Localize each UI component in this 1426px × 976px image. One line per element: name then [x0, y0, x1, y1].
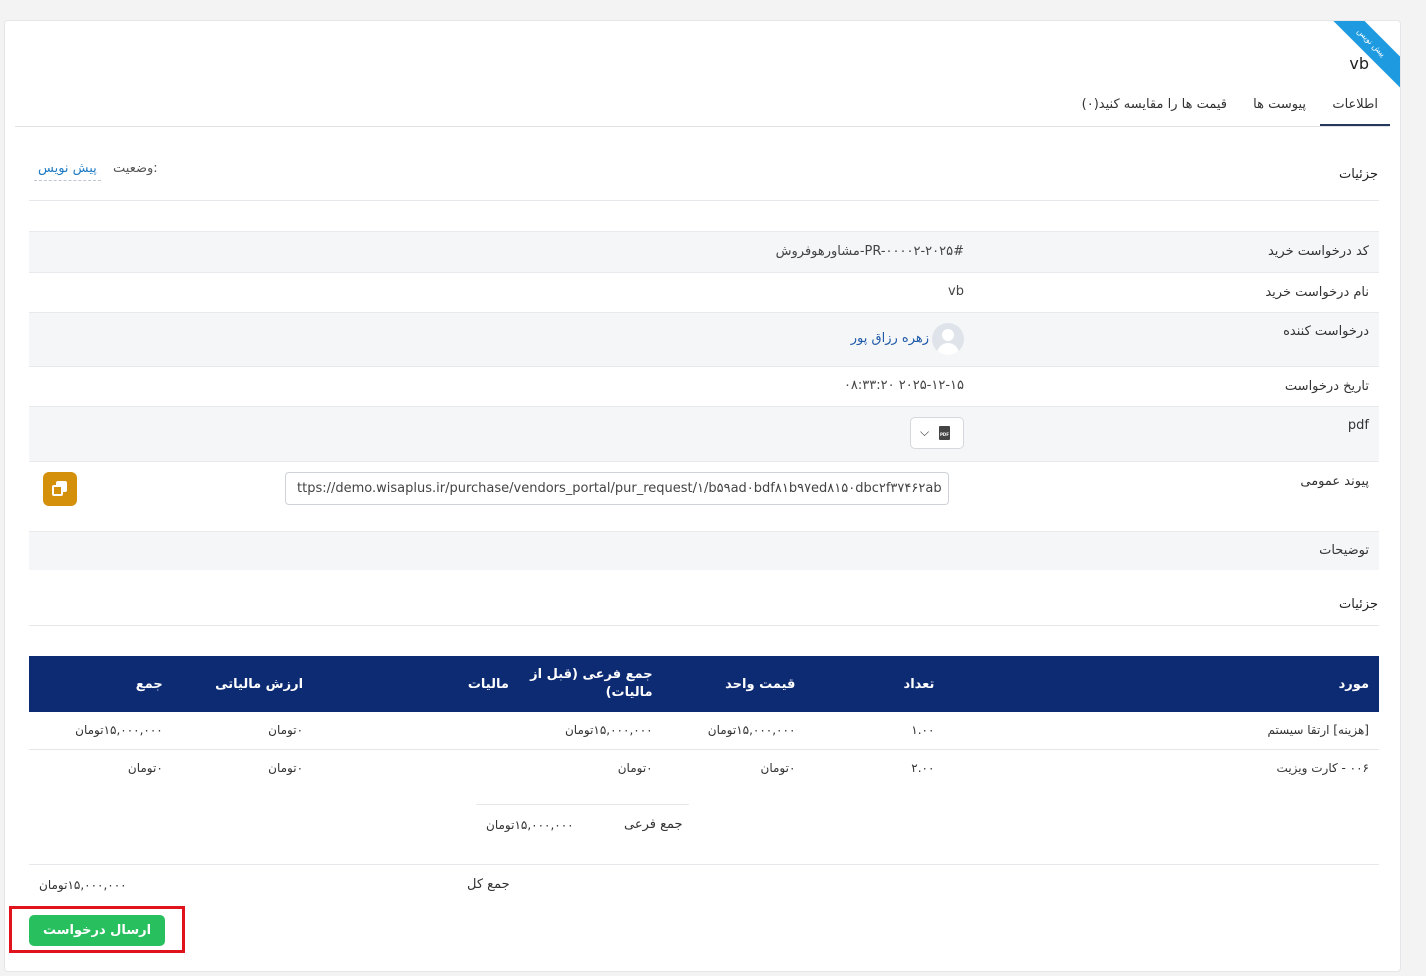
cell-total: ۰تومان: [127, 760, 163, 775]
page-title: vb: [1349, 54, 1369, 73]
status-label: وضعیت:: [113, 161, 158, 176]
info-label-pdf: pdf: [1347, 418, 1369, 433]
cell-qty: ۲.۰۰: [911, 760, 935, 775]
divider: [29, 864, 1379, 865]
pdf-file-icon: PDF: [939, 426, 950, 440]
info-row-requester: درخواست کننده زهره رزاق پور: [29, 312, 1379, 366]
tab-bar: اطلاعات پیوست ها قیمت ها را مقایسه کنید(…: [15, 81, 1390, 127]
cell-subtotal: ۰تومان: [617, 760, 653, 775]
col-tax-value: ارزش مالیاتی: [172, 656, 314, 712]
items-section-title: جزئیات: [1339, 597, 1378, 612]
info-label-public-link: پیوند عمومی: [1300, 474, 1369, 489]
cell-unit-price: ۱۵,۰۰۰,۰۰۰تومان: [662, 712, 806, 750]
cell-tax: [313, 712, 519, 750]
cell-qty: ۱.۰۰: [805, 712, 945, 750]
cell-subtotal: ۱۵,۰۰۰,۰۰۰تومان: [518, 712, 663, 750]
info-row-notes: توضیحات: [29, 531, 1379, 570]
cell-tax-value: ۰تومان: [268, 760, 304, 775]
divider: [476, 804, 689, 805]
info-row-pdf: pdf PDF ⌵: [29, 406, 1379, 461]
info-label-date: تاریخ درخواست: [1284, 379, 1369, 394]
info-row-date: تاریخ درخواست ۲۰۲۵-۱۲-۱۵ ۰۸:۳۳:۲۰: [29, 366, 1379, 406]
col-item: مورد: [944, 656, 1379, 712]
divider: [29, 625, 1379, 626]
grand-total-label: جمع کل: [467, 877, 510, 892]
col-qty: تعداد: [805, 656, 945, 712]
items-table: مورد تعداد قیمت واحد جمع فرعی (قبل از ما…: [29, 656, 1379, 786]
purchase-request-card: پیش نویس vb اطلاعات پیوست ها قیمت ها را …: [4, 20, 1401, 972]
requester-name-link[interactable]: زهره رزاق پور: [851, 331, 929, 346]
details-section-title: جزئیات: [1339, 167, 1378, 182]
info-label-requester: درخواست کننده: [1283, 324, 1369, 339]
cell-total: ۱۵,۰۰۰,۰۰۰تومان: [29, 712, 173, 750]
info-row-code: کد درخواست خرید #PR-۰۰۰۰۲-۲۰۲۵-مشاورهوفر…: [29, 231, 1379, 272]
info-row-name: نام درخواست خرید vb: [29, 272, 1379, 312]
cell-unit-price: ۰تومان: [760, 760, 796, 775]
cell-item: ۰۰۶ - کارت ویزیت: [1276, 760, 1369, 775]
divider: [29, 200, 1379, 201]
info-label-notes: توضیحات: [1319, 543, 1369, 558]
tab-compare-prices[interactable]: قیمت ها را مقایسه کنید(۰): [1082, 97, 1227, 124]
tab-info[interactable]: اطلاعات: [1320, 97, 1390, 126]
public-link-input[interactable]: ttps://demo.wisaplus.ir/purchase/vendors…: [285, 472, 949, 505]
info-value-date: ۲۰۲۵-۱۲-۱۵ ۰۸:۳۳:۲۰: [843, 378, 964, 393]
col-unit-price: قیمت واحد: [662, 656, 806, 712]
col-subtotal: جمع فرعی (قبل از مالیات): [518, 656, 663, 712]
tab-attachments[interactable]: پیوست ها: [1253, 97, 1306, 124]
table-header-row: مورد تعداد قیمت واحد جمع فرعی (قبل از ما…: [29, 656, 1379, 712]
cell-tax: [313, 749, 519, 786]
grand-total-value: ۱۵,۰۰۰,۰۰۰تومان: [39, 878, 127, 892]
table-row: [هزینه] ارتقا سیستم ۱.۰۰ ۱۵,۰۰۰,۰۰۰تومان…: [29, 712, 1379, 750]
info-value-code: #PR-۰۰۰۰۲-۲۰۲۵-مشاورهوفروش: [775, 244, 964, 259]
info-label-name: نام درخواست خرید: [1265, 285, 1369, 300]
table-row: ۰۰۶ - کارت ویزیت ۲.۰۰ ۰تومان ۰تومان ۰توم…: [29, 749, 1379, 786]
col-tax: مالیات: [313, 656, 519, 712]
info-label-code: کد درخواست خرید: [1267, 244, 1369, 259]
subtotal-value: ۱۵,۰۰۰,۰۰۰تومان: [486, 818, 574, 832]
cell-item: [هزینه] ارتقا سیستم: [944, 712, 1379, 750]
subtotal-label: جمع فرعی: [624, 817, 683, 832]
info-row-public-link: پیوند عمومی ttps://demo.wisaplus.ir/purc…: [29, 461, 1379, 531]
col-total: جمع: [29, 656, 173, 712]
pdf-dropdown-button[interactable]: PDF ⌵: [910, 417, 964, 449]
copy-link-button[interactable]: [43, 472, 77, 506]
requester-avatar: [932, 323, 964, 355]
highlight-box: [9, 906, 185, 953]
chevron-down-icon: ⌵: [920, 425, 930, 439]
cell-tax-value: ۰تومان: [172, 712, 314, 750]
info-value-name: vb: [948, 284, 964, 299]
status-value[interactable]: پیش نویس: [34, 161, 101, 181]
